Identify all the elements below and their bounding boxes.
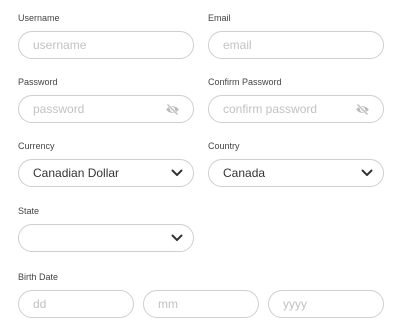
chevron-down-icon <box>171 169 183 176</box>
currency-select[interactable]: Canadian Dollar <box>18 159 194 187</box>
birth-day-input[interactable] <box>33 291 123 317</box>
eye-slash-icon[interactable] <box>165 103 180 116</box>
birth-day-field[interactable] <box>18 290 134 318</box>
email-label: Email <box>208 13 231 23</box>
username-label: Username <box>18 13 60 23</box>
confirm-password-field[interactable] <box>208 95 384 123</box>
currency-label: Currency <box>18 141 55 151</box>
birth-year-field[interactable] <box>268 290 384 318</box>
confirm-password-label: Confirm Password <box>208 77 282 87</box>
chevron-down-icon <box>361 169 373 176</box>
chevron-down-icon <box>171 234 183 241</box>
country-label: Country <box>208 141 240 151</box>
currency-selected-value: Canadian Dollar <box>33 166 120 180</box>
username-field[interactable] <box>18 31 194 59</box>
birth-month-field[interactable] <box>143 290 259 318</box>
birth-date-label: Birth Date <box>18 272 59 282</box>
password-field[interactable] <box>18 95 194 123</box>
username-input[interactable] <box>33 32 183 58</box>
email-input[interactable] <box>223 32 373 58</box>
confirm-password-input[interactable] <box>223 96 348 122</box>
birth-year-input[interactable] <box>283 291 373 317</box>
state-select[interactable] <box>18 224 194 252</box>
email-field[interactable] <box>208 31 384 59</box>
password-label: Password <box>18 77 58 87</box>
country-select[interactable]: Canada <box>208 159 384 187</box>
country-selected-value: Canada <box>223 166 266 180</box>
password-input[interactable] <box>33 96 153 122</box>
birth-month-input[interactable] <box>158 291 248 317</box>
eye-slash-icon[interactable] <box>355 103 370 116</box>
state-label: State <box>18 206 40 216</box>
